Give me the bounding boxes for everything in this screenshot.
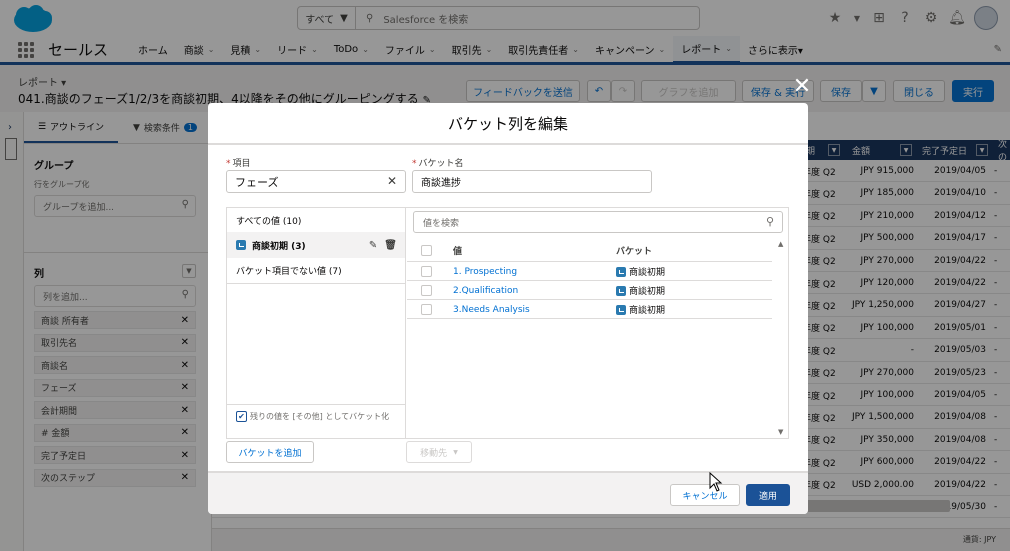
bucket-not-bucketed[interactable]: バケット項目でない値 (7)	[227, 258, 405, 284]
value-row[interactable]: 1. Prospecting 商談初期	[407, 262, 772, 281]
field-input[interactable]: フェーズ ✕	[226, 170, 406, 193]
values-panel: 値を検索 ⚲ 値 バケット 1. Prospecting 商談初期 2.Qualif…	[407, 208, 789, 438]
value-checkbox[interactable]	[421, 304, 432, 315]
search-icon: ⚲	[765, 215, 774, 228]
value-link[interactable]: 1. Prospecting	[453, 262, 517, 281]
field-label: * 項目	[226, 159, 251, 169]
value-search-input[interactable]: 値を検索 ⚲	[413, 211, 783, 233]
edit-bucket-column-modal: バケット列を編集 * 項目 フェーズ ✕ * バケット名 商談進捗 すべての値 (1…	[208, 103, 808, 514]
delete-trash-icon[interactable]: 🗑︎	[384, 240, 397, 251]
bucket-icon	[616, 285, 626, 296]
bucket-column-header: バケット	[616, 247, 653, 257]
value-bucket: 商談初期	[616, 262, 665, 281]
value-link[interactable]: 3.Needs Analysis	[453, 300, 530, 319]
value-row[interactable]: 2.Qualification 商談初期	[407, 281, 772, 300]
mouse-cursor	[709, 472, 723, 492]
values-table-header: 値 バケット	[407, 238, 772, 262]
apply-button[interactable]: 適用	[746, 484, 790, 506]
bucket-list: すべての値 (10) 商談初期 (3) ✎ 🗑︎ バケット項目でない値 (7) …	[227, 208, 406, 438]
bucket-icon	[616, 266, 626, 277]
close-icon[interactable]: ✕	[790, 74, 814, 99]
add-bucket-button[interactable]: バケットを追加	[226, 441, 314, 463]
value-bucket: 商談初期	[616, 281, 665, 300]
bucket-name-input[interactable]: 商談進捗	[412, 170, 652, 193]
select-all-checkbox[interactable]	[421, 245, 432, 256]
bucket-name-label: * バケット名	[412, 159, 464, 169]
value-row[interactable]: 3.Needs Analysis 商談初期	[407, 300, 772, 319]
value-link[interactable]: 2.Qualification	[453, 281, 518, 300]
remaining-values-checkbox[interactable]: ✔	[236, 411, 247, 422]
move-to-button[interactable]: 移動先 ▼	[406, 441, 472, 463]
remaining-values-option: ✔ 残りの値を [その他] としてバケット化	[227, 404, 405, 438]
scroll-down-icon[interactable]: ▼	[778, 428, 783, 436]
value-checkbox[interactable]	[421, 285, 432, 296]
values-scrollbar[interactable]: ▲ ▼	[775, 238, 789, 438]
cancel-button[interactable]: キャンセル	[670, 484, 740, 506]
modal-title: バケット列を編集	[447, 114, 568, 133]
bucket-all-values[interactable]: すべての値 (10)	[227, 208, 405, 232]
bucket-item-selected[interactable]: 商談初期 (3) ✎ 🗑︎	[227, 232, 405, 258]
value-column-header: 値	[453, 247, 463, 257]
chevron-down-icon: ▼	[453, 448, 458, 456]
value-checkbox[interactable]	[421, 266, 432, 277]
bucket-icon	[616, 304, 626, 315]
modal-header: バケット列を編集	[208, 103, 808, 145]
bucket-editor: すべての値 (10) 商談初期 (3) ✎ 🗑︎ バケット項目でない値 (7) …	[226, 207, 789, 439]
value-bucket: 商談初期	[616, 300, 665, 319]
bucket-icon	[236, 240, 246, 250]
edit-pencil-icon[interactable]: ✎	[369, 240, 377, 251]
clear-icon[interactable]: ✕	[387, 174, 397, 188]
scroll-up-icon[interactable]: ▲	[778, 240, 783, 248]
